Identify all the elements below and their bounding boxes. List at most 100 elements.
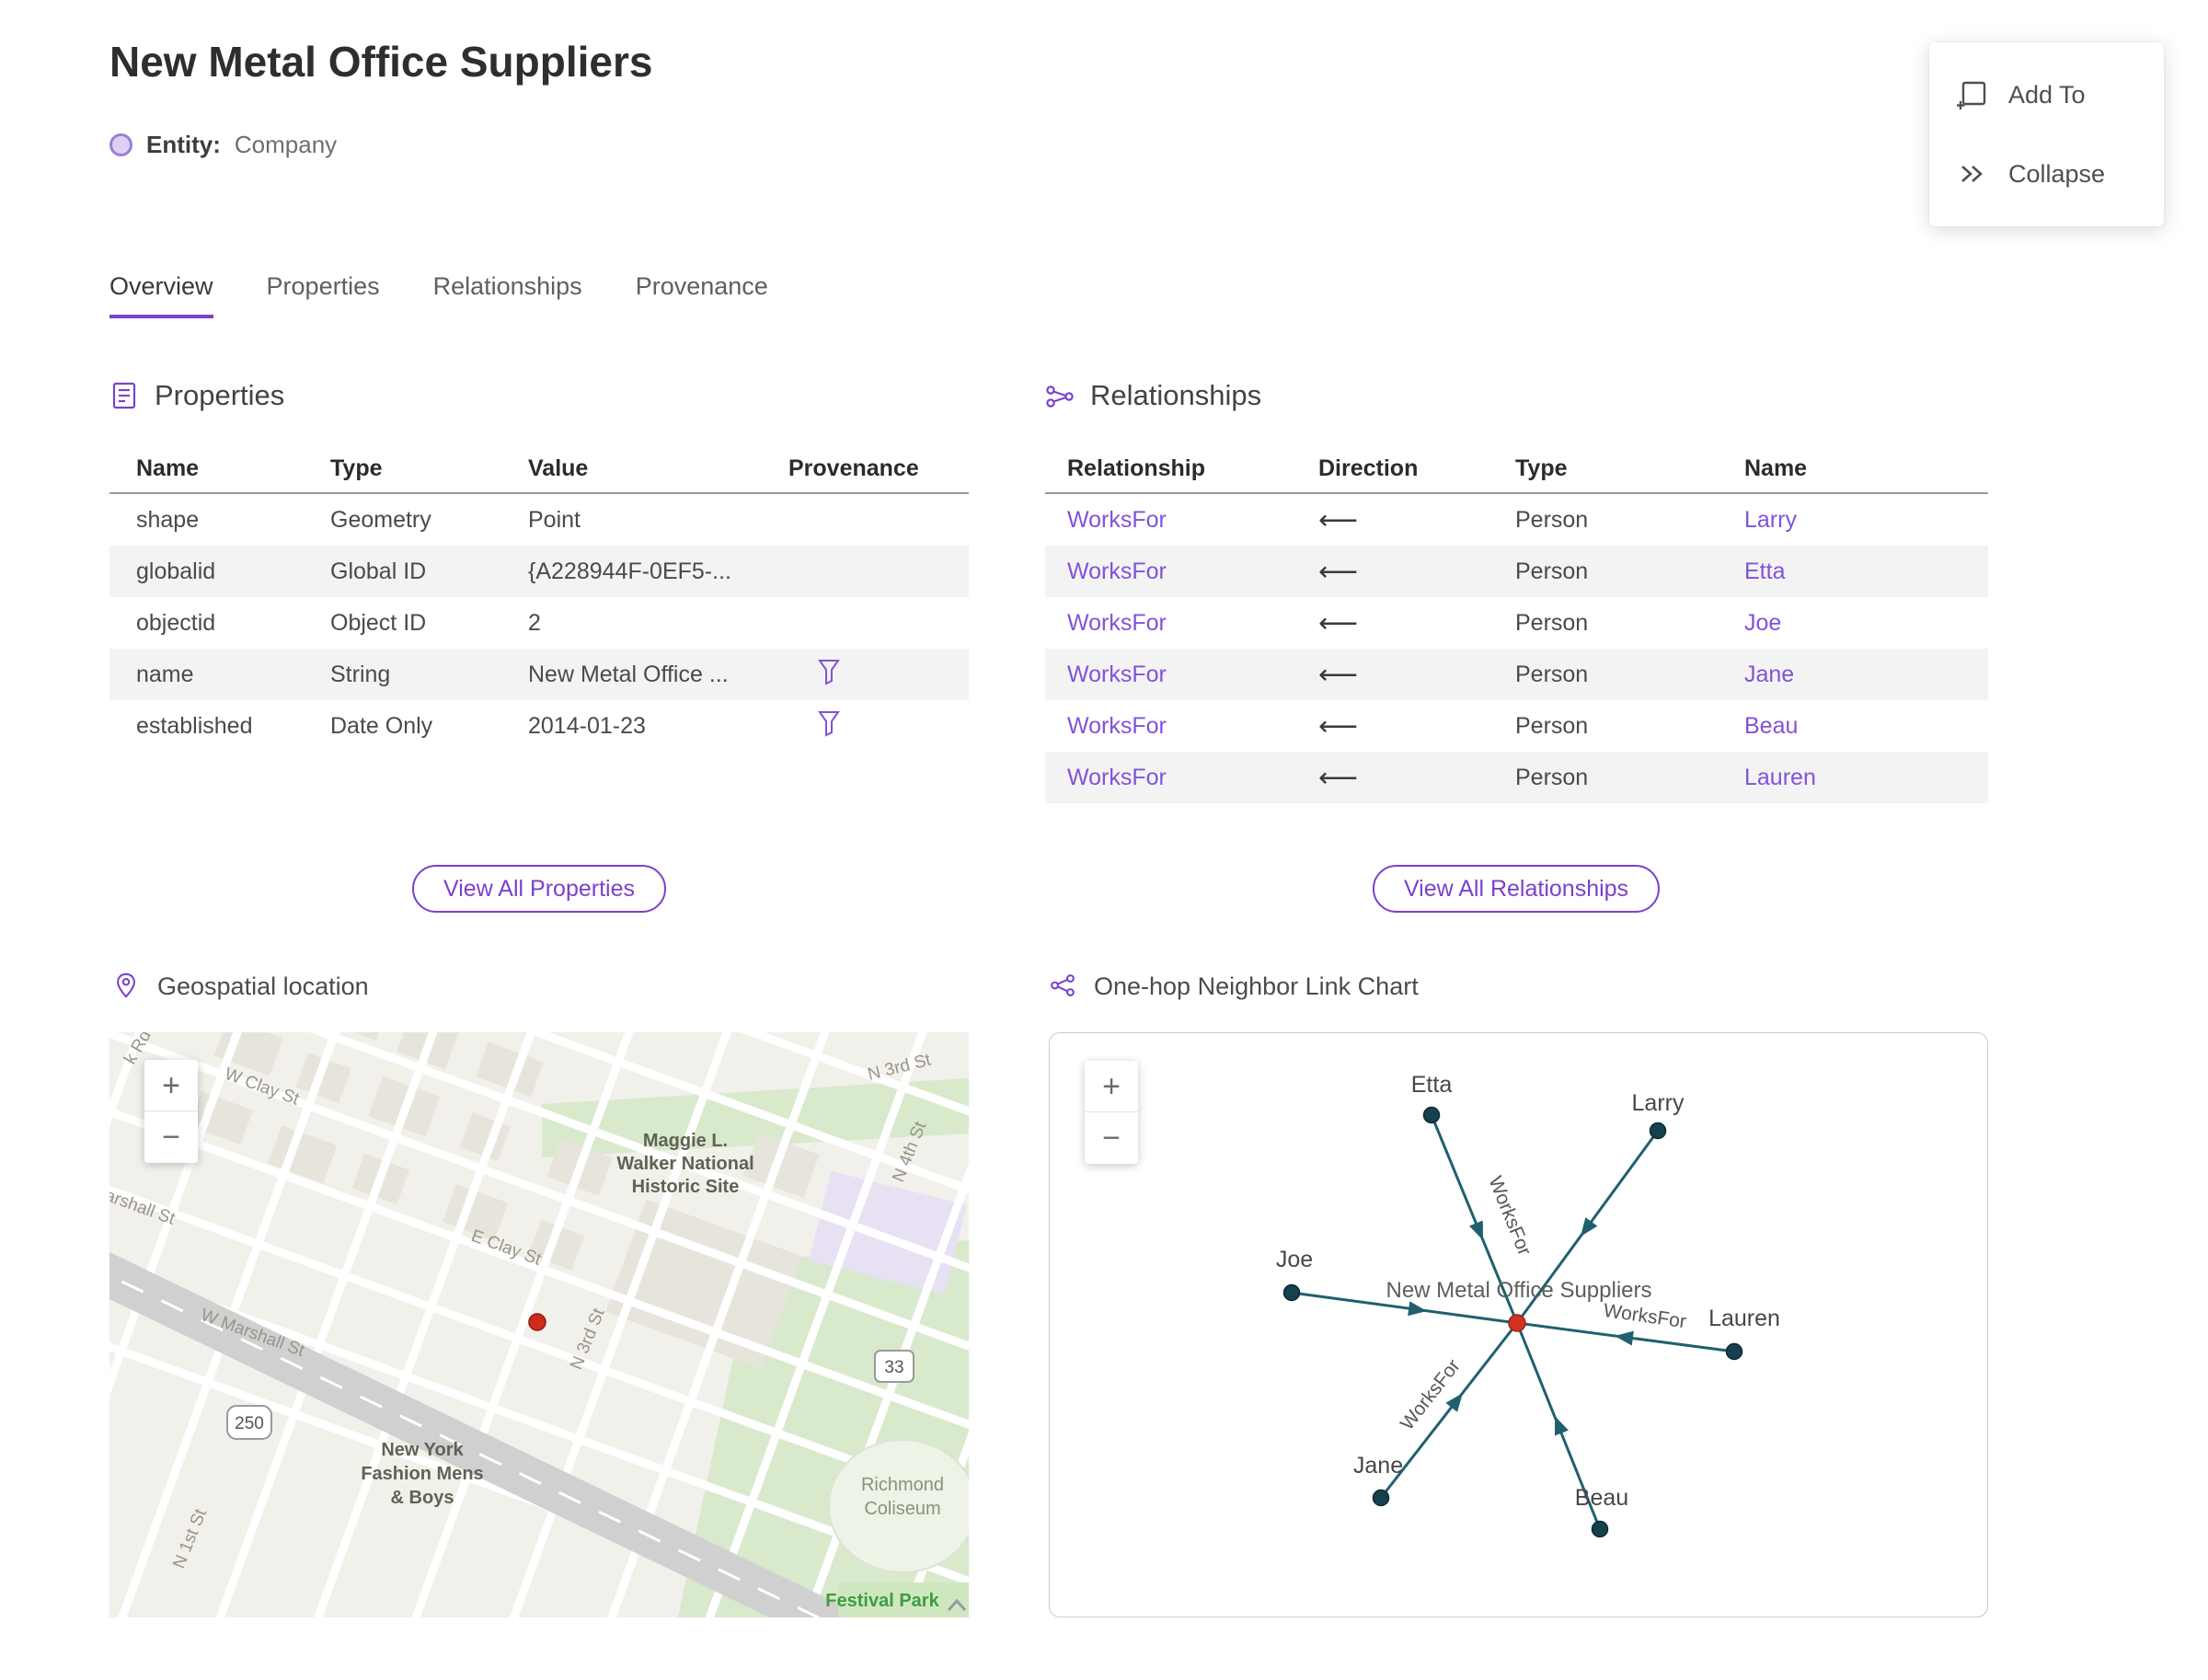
relationship-link[interactable]: WorksFor	[1045, 610, 1296, 637]
entity-label: Entity:	[146, 131, 221, 158]
cell-name: globalid	[136, 558, 216, 584]
collapse-icon	[1957, 158, 1988, 190]
collapse-button[interactable]: Collapse	[1929, 134, 2164, 213]
direction-arrow: ⟵	[1318, 607, 1359, 639]
actions-panel: Add To Collapse	[1929, 42, 2164, 226]
link-chart-section-title: One-hop Neighbor Link Chart	[1094, 972, 1419, 1000]
relationship-link[interactable]: WorksFor	[1045, 713, 1296, 740]
relationship-link[interactable]: WorksFor	[1045, 507, 1296, 534]
add-to-icon	[1957, 79, 1988, 110]
relationship-link[interactable]: WorksFor	[1045, 662, 1296, 688]
relationship-link[interactable]: WorksFor	[1045, 765, 1296, 791]
chart-zoom-control: + −	[1085, 1061, 1138, 1164]
table-row: WorksFor ⟵ Person Beau	[1045, 700, 1988, 752]
col-name: Name	[1744, 455, 1808, 481]
page-title: New Metal Office Suppliers	[109, 38, 653, 86]
table-row: WorksFor ⟵ Person Jane	[1045, 649, 1988, 700]
geospatial-section-title: Geospatial location	[157, 972, 369, 1000]
relationships-table: Relationship Direction Type Name WorksFo…	[1045, 444, 1988, 803]
entity-name-link[interactable]: Beau	[1722, 713, 1988, 740]
direction-arrow: ⟵	[1318, 659, 1359, 690]
tab-overview[interactable]: Overview	[109, 272, 213, 318]
add-to-button[interactable]: Add To	[1929, 55, 2164, 134]
provenance-icon[interactable]	[816, 658, 842, 685]
direction-arrow: ⟵	[1318, 710, 1359, 742]
node-beau[interactable]	[1591, 1520, 1609, 1538]
col-value: Value	[528, 455, 589, 481]
entity-name-link[interactable]: Larry	[1722, 507, 1988, 534]
zoom-in-button[interactable]: +	[1085, 1061, 1138, 1112]
cell-value: {A228944F-0EF5-...	[528, 558, 731, 584]
relationship-link[interactable]: WorksFor	[1045, 558, 1296, 585]
entity-name-link[interactable]: Etta	[1722, 558, 1988, 585]
route-shield-33: 33	[874, 1350, 914, 1383]
cell-type: Person	[1515, 661, 1589, 687]
tab-bar: Overview Properties Relationships Proven…	[109, 272, 768, 318]
table-row: name String New Metal Office ...	[109, 649, 969, 700]
poi-label: Walker National	[616, 1154, 753, 1174]
add-to-label: Add To	[2008, 80, 2086, 109]
cell-type: Person	[1515, 558, 1589, 584]
cell-value: Point	[528, 506, 581, 533]
col-provenance: Provenance	[788, 455, 919, 481]
zoom-out-button[interactable]: −	[144, 1111, 198, 1163]
cell-provenance	[762, 709, 969, 743]
col-name: Name	[136, 455, 200, 481]
node-label: Lauren	[1708, 1306, 1780, 1331]
cell-type: Person	[1515, 712, 1589, 739]
tab-properties[interactable]: Properties	[267, 272, 380, 318]
table-row: WorksFor ⟵ Person Etta	[1045, 546, 1988, 597]
node-label: Etta	[1411, 1072, 1453, 1098]
col-direction: Direction	[1318, 455, 1419, 481]
tab-relationships[interactable]: Relationships	[433, 272, 582, 318]
entity-name-link[interactable]: Jane	[1722, 662, 1988, 688]
cell-name: objectid	[136, 609, 216, 636]
cell-type: Global ID	[330, 558, 427, 584]
node-label: Larry	[1632, 1090, 1685, 1116]
cell-name: established	[136, 712, 253, 739]
map-pin-icon	[112, 972, 142, 1001]
node-etta[interactable]	[1422, 1106, 1441, 1124]
edge-label: WorksFor	[1484, 1173, 1535, 1259]
properties-section-title: Properties	[155, 379, 285, 411]
entity-name-link[interactable]: Joe	[1722, 610, 1988, 637]
relationships-section-header: Relationships	[1045, 379, 1261, 412]
table-row: WorksFor ⟵ Person Joe	[1045, 597, 1988, 649]
table-row: globalid Global ID {A228944F-0EF5-...	[109, 546, 969, 597]
cell-value: New Metal Office ...	[528, 661, 729, 687]
map-feature-marker[interactable]	[528, 1313, 546, 1331]
entity-type-value: Company	[234, 131, 338, 158]
node-center[interactable]	[1508, 1314, 1526, 1332]
route-shield-250: 250	[226, 1405, 272, 1440]
zoom-out-button[interactable]: −	[1085, 1112, 1138, 1164]
poi-label: Richmond	[861, 1475, 944, 1495]
node-jane[interactable]	[1372, 1489, 1390, 1507]
table-row: WorksFor ⟵ Person Lauren	[1045, 752, 1988, 803]
node-joe[interactable]	[1282, 1283, 1301, 1302]
poi-label: & Boys	[391, 1488, 454, 1508]
cell-value: 2	[528, 609, 541, 636]
table-row: established Date Only 2014-01-23	[109, 700, 969, 752]
view-all-properties-button[interactable]: View All Properties	[412, 865, 666, 913]
view-all-relationships-button[interactable]: View All Relationships	[1372, 865, 1661, 913]
table-row: objectid Object ID 2	[109, 597, 969, 649]
node-lauren[interactable]	[1725, 1342, 1743, 1361]
node-larry[interactable]	[1649, 1122, 1667, 1140]
entity-name-link[interactable]: Lauren	[1722, 765, 1988, 791]
map-canvas[interactable]: k Rd W Clay St N 3rd St N 4th St arshall…	[109, 1032, 969, 1617]
col-type: Type	[330, 455, 383, 481]
link-chart-canvas[interactable]: WorksFor WorksFor WorksFor Etta Larry Jo…	[1049, 1032, 1988, 1617]
zoom-in-button[interactable]: +	[144, 1060, 198, 1111]
map-graphic: k Rd W Clay St N 3rd St N 4th St arshall…	[109, 1032, 969, 1617]
node-label: Joe	[1276, 1247, 1313, 1272]
cell-name: shape	[136, 506, 200, 533]
provenance-icon[interactable]	[816, 709, 842, 737]
cell-value: 2014-01-23	[528, 712, 646, 739]
geospatial-section-header: Geospatial location	[112, 972, 369, 1001]
properties-table: Name Type Value Provenance shape Geometr…	[109, 444, 969, 752]
cell-type: Geometry	[330, 506, 431, 533]
link-chart-section-header: One-hop Neighbor Link Chart	[1049, 972, 1419, 1001]
tab-provenance[interactable]: Provenance	[636, 272, 768, 318]
direction-arrow: ⟵	[1318, 556, 1359, 587]
table-row: shape Geometry Point	[109, 494, 969, 546]
